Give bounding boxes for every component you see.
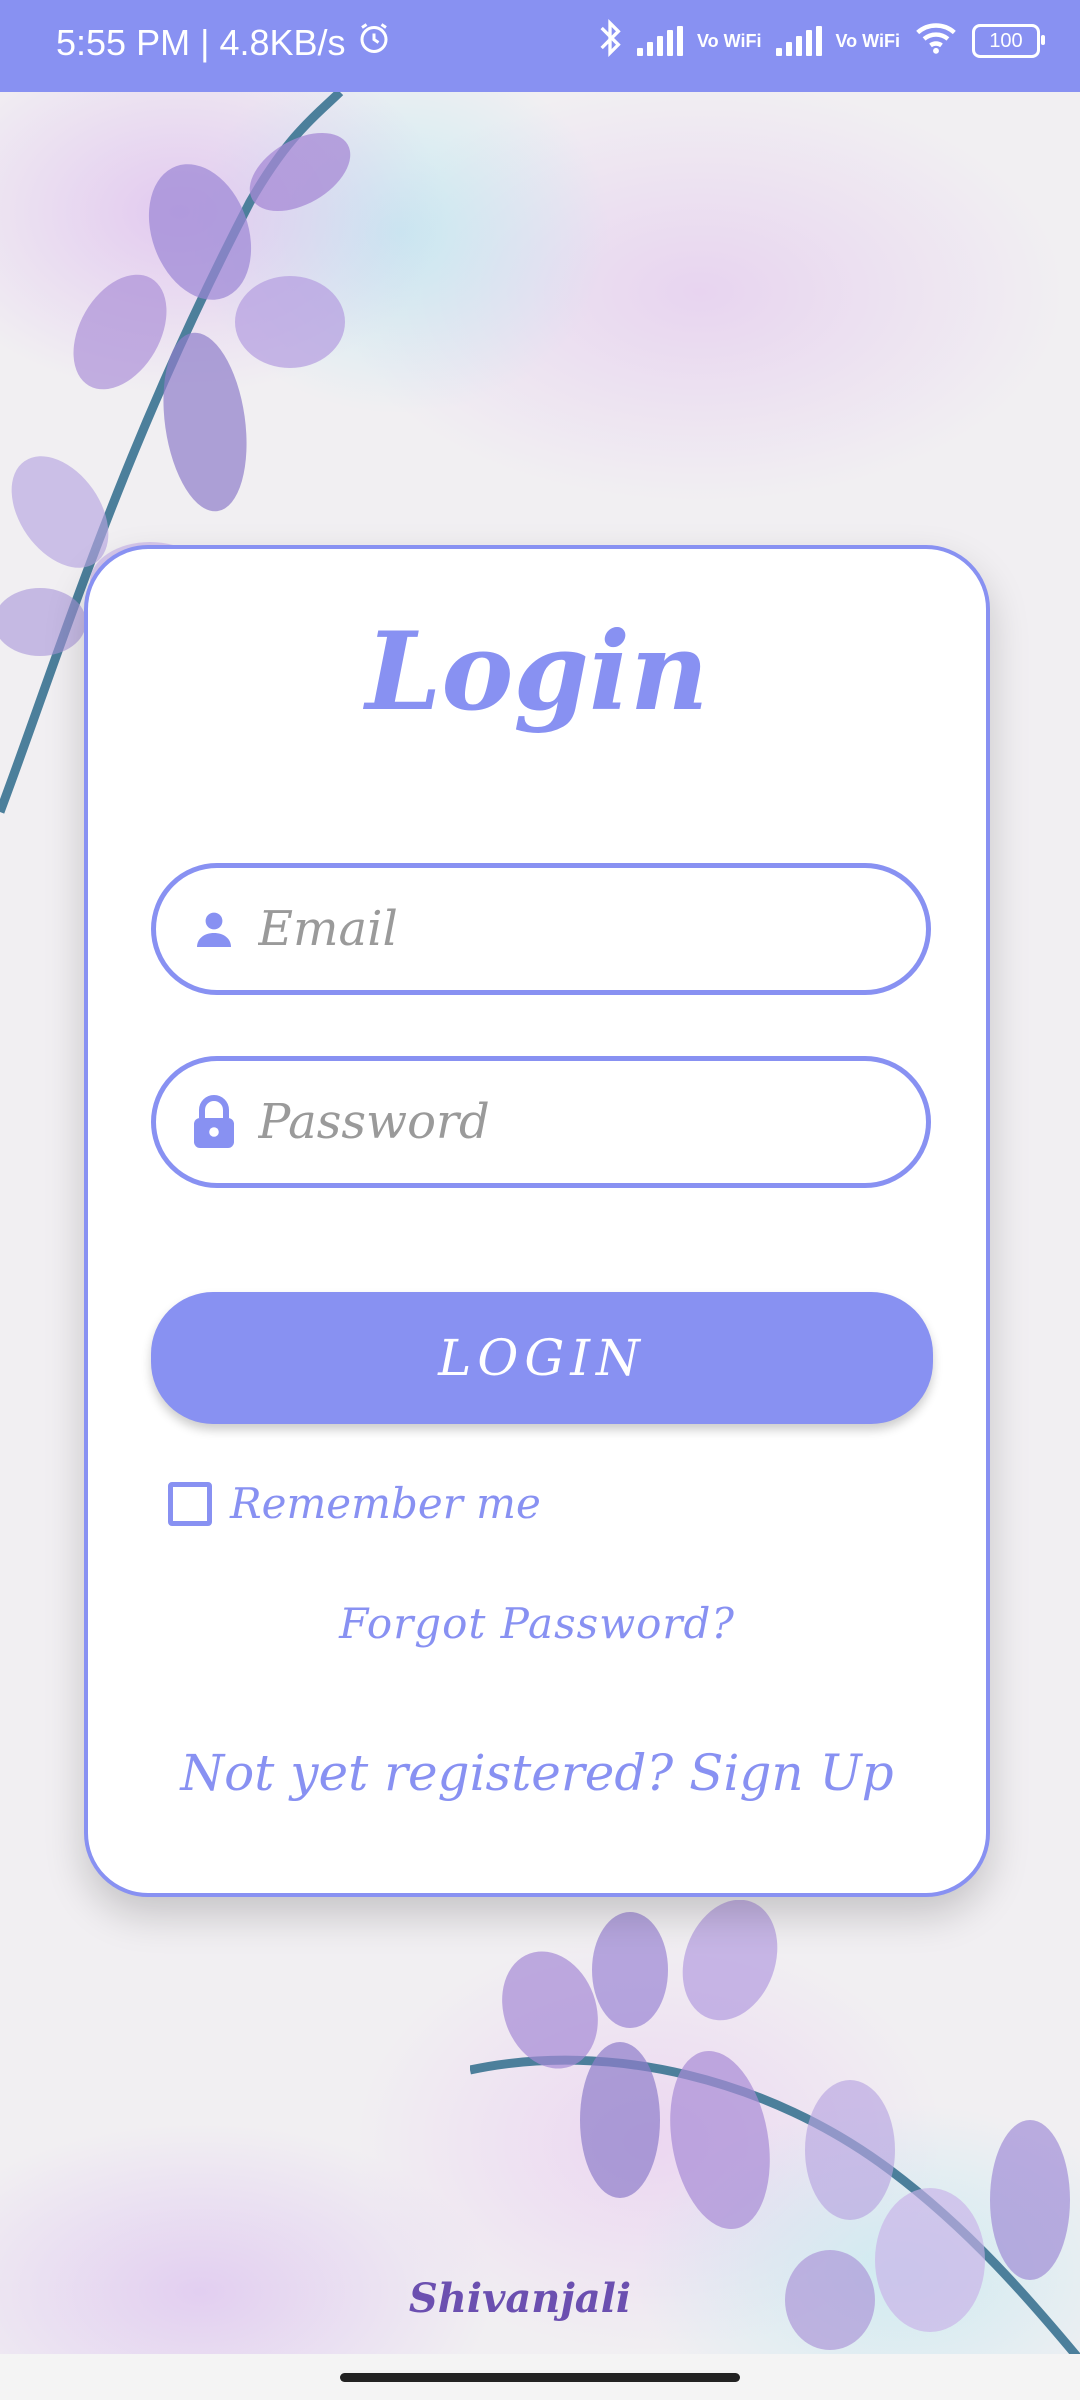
signal-icon	[775, 26, 822, 56]
email-input[interactable]	[256, 900, 880, 958]
vo-wifi-label: Vo WiFi	[835, 31, 901, 51]
remember-me-checkbox[interactable]	[168, 1481, 212, 1526]
email-field[interactable]	[151, 863, 931, 995]
remember-me[interactable]: Remember me	[168, 1479, 541, 1528]
alarm-icon	[356, 20, 392, 65]
sign-up-link[interactable]: Not yet registered? Sign Up	[88, 1744, 986, 1802]
password-input[interactable]	[256, 1093, 880, 1151]
wifi-icon	[914, 21, 958, 61]
status-separator: |	[200, 21, 210, 63]
status-right: Vo WiFi Vo WiFi 100	[597, 18, 1045, 64]
status-bar: 5:55 PM | 4.8KB/s Vo WiFi Vo WiFi 100	[0, 0, 1080, 92]
bluetooth-icon	[597, 18, 623, 64]
signal-icon	[637, 26, 683, 56]
forgot-password-link[interactable]: Forgot Password?	[88, 1599, 986, 1648]
login-card: Login LOGIN Remember me Forgot Password?…	[84, 545, 990, 1897]
vo-wifi-label: Vo WiFi	[697, 31, 762, 51]
password-field[interactable]	[151, 1056, 931, 1188]
lock-icon	[184, 1094, 244, 1150]
network-speed: 4.8KB/s	[219, 21, 346, 63]
page-title: Login	[365, 609, 709, 735]
login-button[interactable]: LOGIN	[151, 1292, 933, 1424]
brand-signature: Shivanjali	[408, 2275, 632, 2322]
status-time: 5:55 PM	[56, 21, 191, 63]
home-indicator[interactable]	[340, 2373, 740, 2382]
status-left: 5:55 PM | 4.8KB/s	[56, 20, 392, 65]
person-icon	[184, 905, 244, 953]
battery-icon: 100	[972, 24, 1045, 58]
remember-me-label[interactable]: Remember me	[230, 1479, 541, 1528]
navigation-bar	[0, 2354, 1080, 2400]
